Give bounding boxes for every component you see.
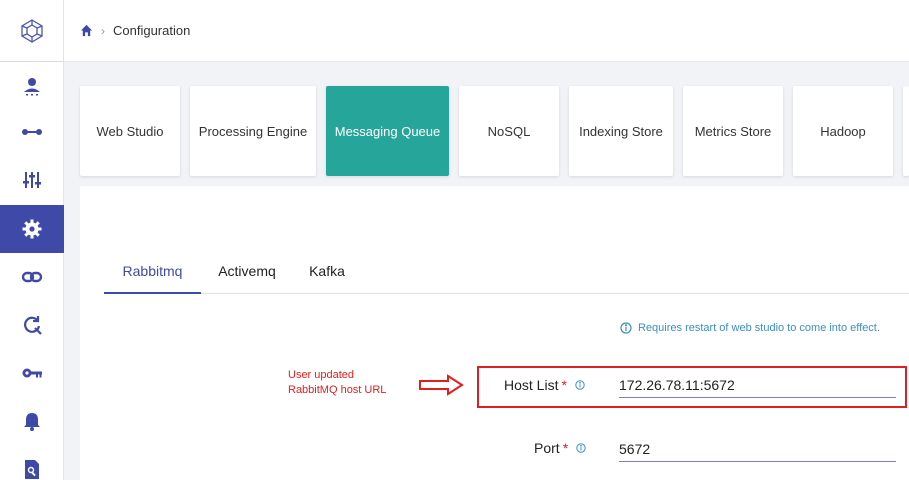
info-icon[interactable] bbox=[576, 443, 586, 453]
pipeline-icon bbox=[22, 129, 42, 135]
tile-indexing-store[interactable]: Indexing Store bbox=[569, 86, 673, 176]
sidebar-item-keys[interactable] bbox=[0, 349, 64, 397]
config-panel: Rabbitmq Activemq Kafka Requires restart… bbox=[80, 186, 909, 480]
info-icon[interactable] bbox=[575, 380, 585, 390]
sidebar-item-notifications[interactable] bbox=[0, 397, 64, 445]
app-logo[interactable] bbox=[0, 0, 64, 62]
sliders-icon bbox=[23, 172, 41, 188]
user-icon bbox=[24, 78, 40, 96]
annotation-arrow-icon bbox=[419, 374, 464, 396]
tab-rabbitmq[interactable]: Rabbitmq bbox=[104, 258, 201, 294]
info-circle-icon bbox=[620, 322, 632, 334]
breadcrumb: › Configuration bbox=[64, 0, 909, 62]
tile-nosql[interactable]: NoSQL bbox=[459, 86, 559, 176]
refresh-search-icon bbox=[24, 316, 42, 335]
tile-messaging-queue[interactable]: Messaging Queue bbox=[326, 86, 449, 176]
tab-kafka[interactable]: Kafka bbox=[299, 258, 355, 294]
logo-icon bbox=[21, 18, 43, 43]
tile-processing-engine[interactable]: Processing Engine bbox=[190, 86, 316, 176]
host-list-input[interactable] bbox=[619, 372, 896, 398]
link-icon bbox=[21, 271, 43, 283]
restart-notice-text: Requires restart of web studio to come i… bbox=[638, 322, 880, 334]
tile-metrics-store[interactable]: Metrics Store bbox=[683, 86, 783, 176]
search-document-icon bbox=[25, 460, 39, 479]
sidebar-item-configuration[interactable] bbox=[0, 205, 64, 253]
tile-hadoop[interactable]: Hadoop bbox=[793, 86, 893, 176]
required-marker: * bbox=[562, 440, 569, 456]
subtab-bar: Rabbitmq Activemq Kafka bbox=[104, 258, 909, 294]
sidebar-item-settings-sliders[interactable] bbox=[0, 156, 64, 204]
sidebar bbox=[0, 0, 64, 480]
sidebar-item-pipelines[interactable] bbox=[0, 108, 64, 156]
gear-icon bbox=[22, 219, 42, 239]
bell-icon bbox=[24, 413, 40, 431]
port-label: Port * bbox=[534, 440, 586, 456]
sidebar-item-users[interactable] bbox=[0, 62, 64, 110]
tile-more[interactable] bbox=[903, 86, 909, 176]
home-link[interactable] bbox=[80, 24, 93, 37]
port-input[interactable] bbox=[619, 436, 896, 462]
tile-web-studio[interactable]: Web Studio bbox=[80, 86, 180, 176]
restart-notice: Requires restart of web studio to come i… bbox=[620, 322, 880, 334]
required-marker: * bbox=[561, 377, 567, 393]
tab-activemq[interactable]: Activemq bbox=[209, 258, 285, 294]
sidebar-item-refresh-search[interactable] bbox=[0, 301, 64, 349]
key-icon bbox=[22, 368, 42, 378]
sidebar-item-search-documents[interactable] bbox=[0, 445, 64, 480]
host-list-label: Host List * bbox=[504, 377, 585, 393]
annotation-text: User updated RabbitMQ host URL bbox=[288, 369, 387, 396]
breadcrumb-current: Configuration bbox=[113, 23, 191, 38]
chevron-right-icon: › bbox=[101, 23, 105, 38]
sidebar-item-connections[interactable] bbox=[0, 253, 64, 301]
home-icon bbox=[80, 24, 93, 37]
